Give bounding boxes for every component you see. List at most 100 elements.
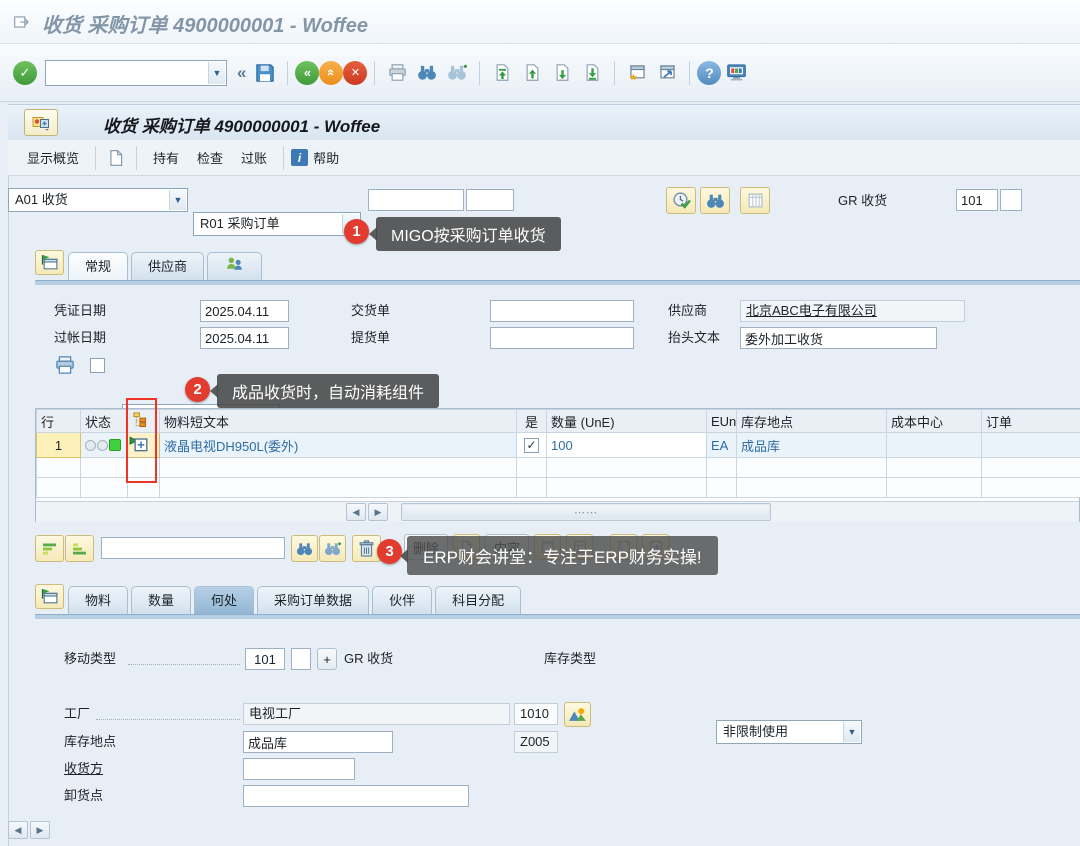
detail-sloc-input[interactable] (243, 731, 393, 753)
execute-icon[interactable] (666, 187, 696, 214)
page-scroll-right-icon[interactable]: ▶ (30, 821, 50, 839)
line-number-cell[interactable]: 1 (37, 433, 81, 458)
tab-account-assignment[interactable]: 科目分配 (435, 586, 521, 614)
find-next-item-icon[interactable] (319, 535, 346, 562)
tab-quantity[interactable]: 数量 (131, 586, 191, 614)
print-checkbox[interactable] (90, 358, 105, 373)
close-item-detail-icon[interactable] (35, 584, 64, 609)
special-stock-button[interactable]: + (317, 648, 337, 670)
command-field[interactable]: ▼ (45, 60, 227, 86)
item-ok-checkbox[interactable]: ✓ (524, 438, 539, 453)
scroll-thumb[interactable]: ⋯⋯ (403, 505, 769, 519)
qty-cell[interactable]: 100 (547, 433, 707, 458)
new-document-icon[interactable] (103, 145, 129, 171)
window-menu-icon[interactable] (13, 14, 31, 33)
hold-button[interactable]: 持有 (144, 144, 188, 171)
chevron-down-icon[interactable]: ▼ (208, 62, 225, 84)
movement-indicator-input[interactable] (291, 648, 311, 670)
tab-partner[interactable]: 伙伴 (372, 586, 432, 614)
material-cell[interactable]: 液晶电视DH950L(委外) (160, 433, 517, 458)
action-select[interactable]: A01 收货 ▼ (8, 188, 188, 212)
item-row-1[interactable]: 1 液晶电视DH950L(委外) ✓ 100 EA 成品库 (37, 433, 1080, 458)
overview-button[interactable]: 显示概览 (18, 144, 88, 171)
col-status[interactable]: 状态 (81, 410, 128, 433)
search-po-icon[interactable] (700, 187, 730, 214)
enter-icon[interactable]: ✓ (13, 61, 37, 85)
chevron-down-icon[interactable]: ▼ (843, 722, 860, 742)
find-next-icon[interactable] (442, 58, 472, 88)
col-line[interactable]: 行 (37, 410, 81, 433)
col-qty[interactable]: 数量 (UnE) (547, 410, 707, 433)
help-button[interactable]: 帮助 (313, 144, 348, 171)
order-cell[interactable] (982, 433, 1080, 458)
col-material[interactable]: 物料短文本 (160, 410, 517, 433)
col-ok[interactable]: 是 (517, 410, 547, 433)
help-icon[interactable]: ? (697, 61, 721, 85)
tab-po-data[interactable]: 采购订单数据 (257, 586, 369, 614)
scroll-left-icon[interactable]: ◀ (346, 503, 366, 521)
po-item-input[interactable] (466, 189, 514, 211)
item-row-empty[interactable] (37, 458, 1080, 478)
col-order[interactable]: 订单 (982, 410, 1080, 433)
exit-icon[interactable]: ✕ (343, 61, 367, 85)
tab-vendor[interactable]: 供应商 (131, 252, 204, 280)
goods-recipient-input[interactable] (243, 758, 355, 780)
find-icon[interactable] (412, 58, 442, 88)
post-button[interactable]: 过账 (232, 144, 276, 171)
back-icon[interactable]: « (295, 61, 319, 85)
next-page-icon[interactable] (547, 58, 577, 88)
item-ok-cell[interactable]: ✓ (517, 433, 547, 458)
col-cost-center[interactable]: 成本中心 (887, 410, 982, 433)
sort-ascending-icon[interactable] (35, 535, 64, 562)
item-row-empty[interactable] (37, 478, 1080, 498)
tab-partners[interactable] (207, 252, 262, 280)
doc-date-input[interactable] (200, 300, 289, 322)
detail-movement-input[interactable] (245, 648, 285, 670)
new-session-icon[interactable] (622, 58, 652, 88)
col-eun[interactable]: EUn (707, 410, 737, 433)
header-text-input[interactable] (740, 327, 937, 349)
print-slip-icon[interactable] (54, 355, 76, 378)
goods-recipient-label[interactable]: 收货方 (64, 758, 103, 780)
create-shortcut-icon[interactable] (652, 58, 682, 88)
first-page-icon[interactable] (487, 58, 517, 88)
last-page-icon[interactable] (577, 58, 607, 88)
check-button[interactable]: 检查 (188, 144, 232, 171)
reference-select[interactable]: R01 采购订单 ▼ (193, 212, 361, 236)
table-hscrollbar[interactable]: ⋯⋯ (401, 503, 771, 521)
order-grid-icon[interactable] (740, 187, 770, 214)
cost-center-cell[interactable] (887, 433, 982, 458)
item-search-input[interactable] (101, 537, 285, 559)
delivery-note-input[interactable] (490, 300, 634, 322)
page-scroll-left-icon[interactable]: ◀ (8, 821, 28, 839)
tab-material[interactable]: 物料 (68, 586, 128, 614)
unloading-point-input[interactable] (243, 785, 469, 807)
posting-date-input[interactable] (200, 327, 289, 349)
tab-general[interactable]: 常规 (68, 252, 128, 280)
chevron-down-icon[interactable]: ▼ (169, 190, 186, 210)
stock-type-select[interactable]: 非限制使用 ▼ (716, 720, 862, 744)
save-icon[interactable] (250, 58, 280, 88)
movement-special-input[interactable] (1000, 189, 1022, 211)
close-header-detail-icon[interactable] (35, 250, 64, 275)
vendor-display[interactable]: 北京ABC电子有限公司 (740, 300, 965, 322)
bill-of-lading-input[interactable] (490, 327, 634, 349)
page-up-exit-icon[interactable]: « (319, 61, 343, 85)
col-sloc[interactable]: 库存地点 (737, 410, 887, 433)
movement-type-input[interactable] (956, 189, 998, 211)
annotation-badge-2: 2 (185, 377, 210, 402)
sort-descending-icon[interactable] (65, 535, 94, 562)
po-number-input[interactable] (368, 189, 464, 211)
scroll-right-icon[interactable]: ▶ (368, 503, 388, 521)
find-item-icon[interactable] (291, 535, 318, 562)
chevron-up-icon: « (324, 69, 339, 76)
plant-address-icon[interactable] (564, 702, 591, 727)
eun-cell[interactable]: EA (707, 433, 737, 458)
migo-menu-icon[interactable] (24, 109, 58, 136)
sloc-cell[interactable]: 成品库 (737, 433, 887, 458)
previous-page-icon[interactable] (517, 58, 547, 88)
collapse-command-icon[interactable]: « (237, 63, 246, 83)
customize-layout-icon[interactable] (721, 58, 751, 88)
tab-where[interactable]: 何处 (194, 586, 254, 614)
print-icon[interactable] (382, 58, 412, 88)
